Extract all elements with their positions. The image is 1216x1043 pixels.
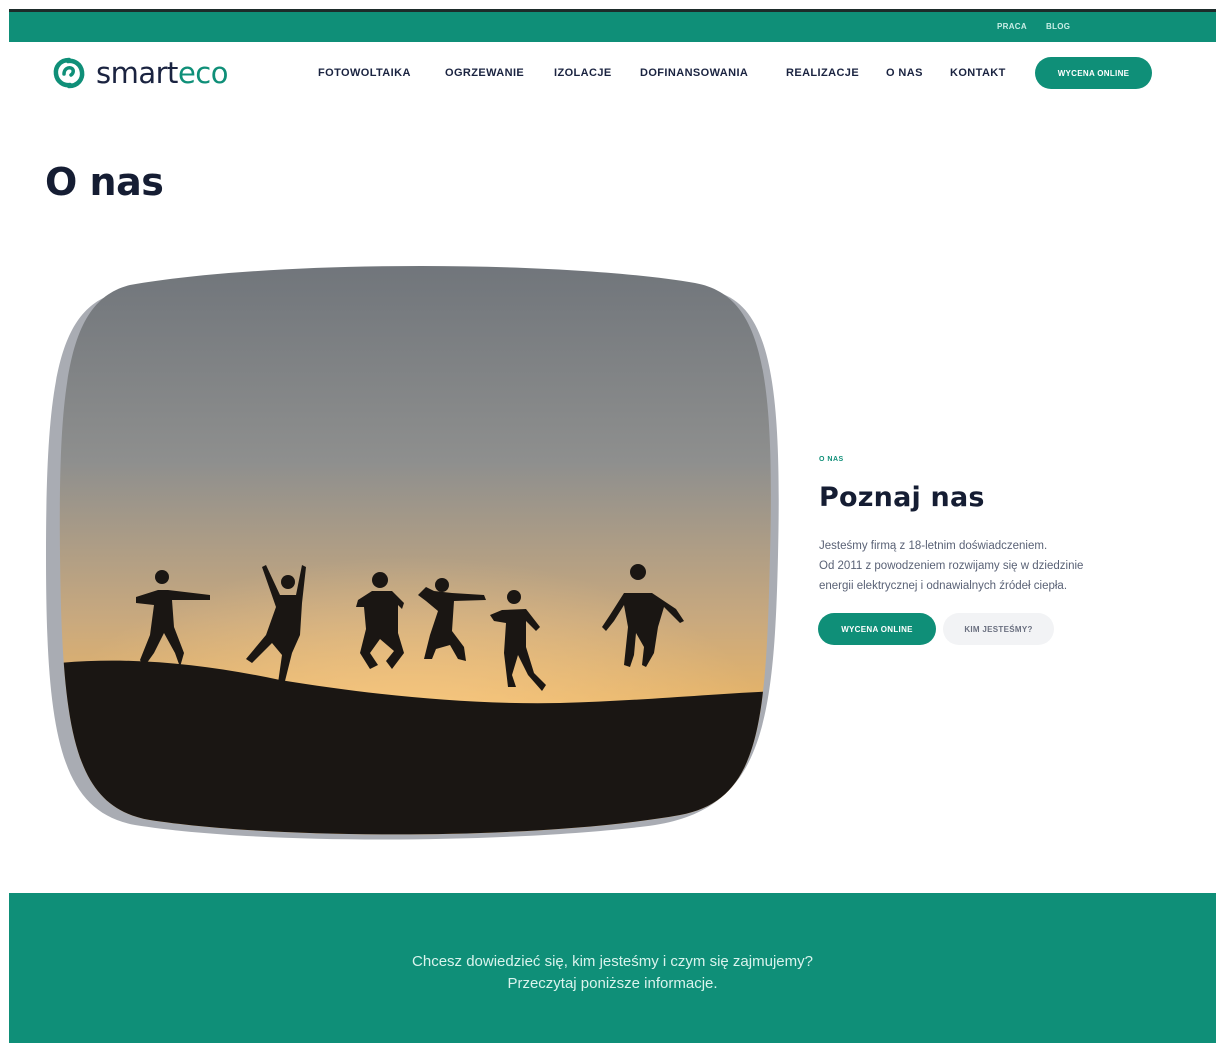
logo-wordmark: smarteco bbox=[96, 56, 228, 90]
about-lead: Jesteśmy firmą z 18-letnim doświadczenie… bbox=[819, 536, 1149, 596]
logo-text-eco: eco bbox=[177, 56, 229, 90]
nav-item-izolacje[interactable]: IZOLACJE bbox=[554, 67, 612, 79]
about-lead-line-3: energii elektrycznej i odnawialnych źród… bbox=[819, 580, 1068, 592]
smarteco-swirl-icon bbox=[53, 57, 85, 89]
info-banner: Chcesz dowiedzieć się, kim jesteśmy i cz… bbox=[9, 893, 1216, 1043]
wycena-online-header-button[interactable]: WYCENA ONLINE bbox=[1035, 57, 1152, 89]
nav-item-ogrzewanie[interactable]: OGRZEWANIE bbox=[445, 67, 524, 79]
about-title: Poznaj nas bbox=[819, 482, 985, 513]
nav-item-dofinansowania[interactable]: DOFINANSOWANIA bbox=[640, 67, 748, 79]
wycena-online-button[interactable]: WYCENA ONLINE bbox=[818, 613, 936, 645]
page-title: O nas bbox=[45, 160, 164, 204]
banner-line-2: Przeczytaj poniższe informacje. bbox=[507, 975, 718, 992]
nav-item-kontakt[interactable]: KONTAKT bbox=[950, 67, 1006, 79]
about-lead-line-1: Jesteśmy firmą z 18-letnim doświadczenie… bbox=[819, 540, 1048, 552]
logo-text-smart: smart bbox=[96, 56, 178, 90]
topbar-link-praca[interactable]: PRACA bbox=[997, 22, 1027, 31]
about-lead-line-2: Od 2011 z powodzeniem rozwijamy się w dz… bbox=[819, 560, 1084, 572]
nav-item-realizacje[interactable]: REALIZACJE bbox=[786, 67, 859, 79]
topbar-link-blog[interactable]: BLOG bbox=[1046, 22, 1070, 31]
kim-jestesmy-button[interactable]: KIM JESTEŚMY? bbox=[943, 613, 1054, 645]
banner-line-1: Chcesz dowiedzieć się, kim jesteśmy i cz… bbox=[412, 953, 813, 970]
hero-photo-jumping-people bbox=[46, 265, 779, 840]
nav-item-fotowoltaika[interactable]: FOTOWOLTAIKA bbox=[318, 67, 411, 79]
top-utility-bar: PRACA BLOG bbox=[9, 12, 1216, 42]
about-eyebrow: O NAS bbox=[819, 456, 844, 463]
site-logo[interactable]: smarteco bbox=[52, 56, 228, 90]
nav-item-o-nas[interactable]: O NAS bbox=[886, 67, 923, 79]
